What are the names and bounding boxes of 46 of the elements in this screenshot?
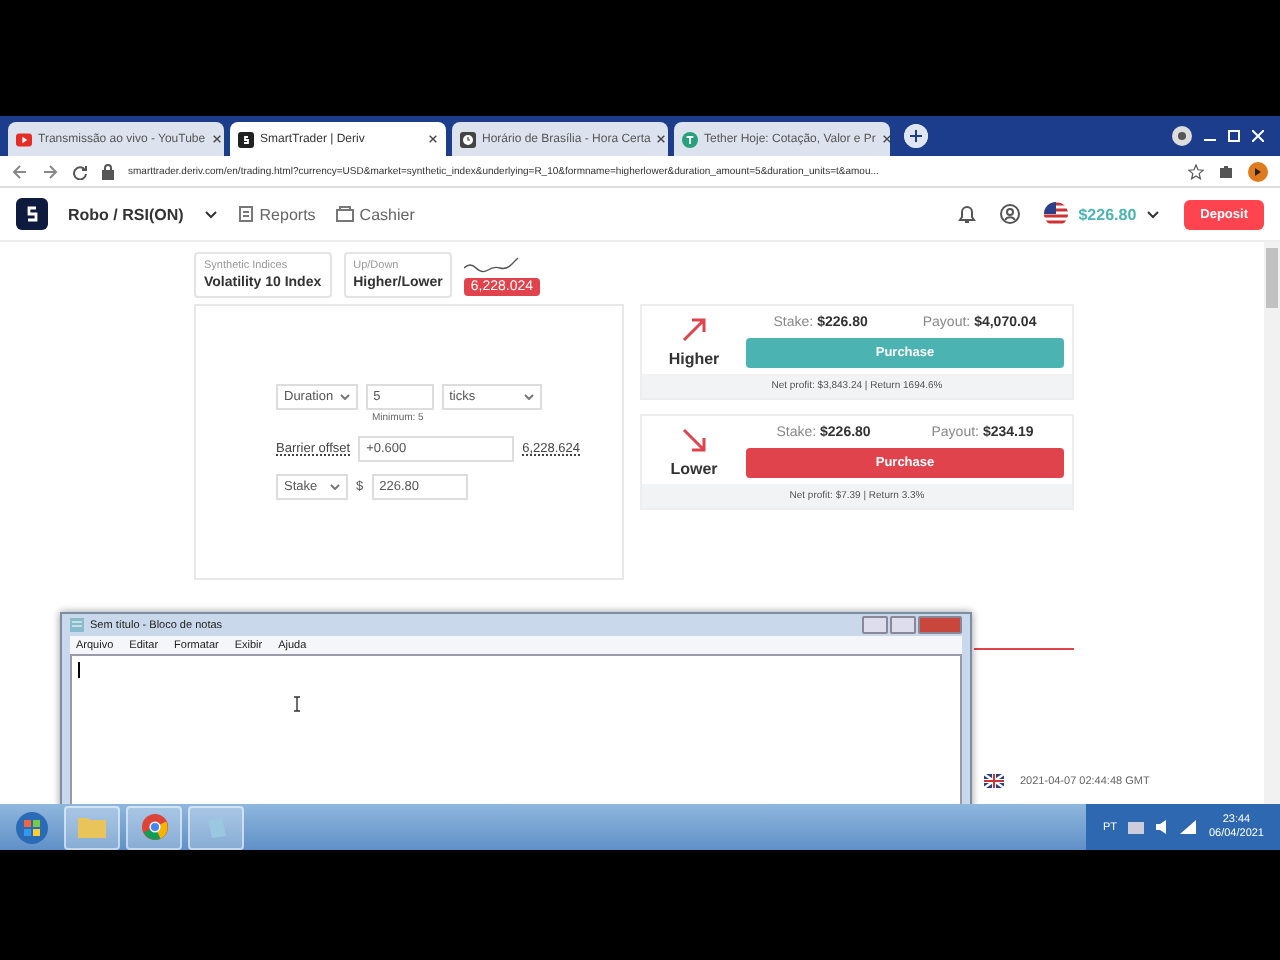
arrow-icon [680, 316, 708, 344]
user-icon[interactable] [1000, 204, 1021, 224]
minimize-button[interactable] [862, 616, 888, 634]
contract-type: Lower [670, 460, 718, 478]
browser-icon[interactable] [126, 805, 182, 849]
reload-icon[interactable] [72, 163, 88, 179]
text-cursor-icon [292, 696, 302, 712]
close-icon[interactable] [211, 134, 222, 144]
document-icon [237, 206, 254, 222]
notepad-icon [70, 618, 84, 632]
chevron-icon[interactable] [1146, 209, 1161, 219]
lock-icon [102, 163, 114, 179]
maximize-button[interactable] [890, 616, 916, 634]
bell-icon[interactable] [958, 204, 977, 224]
keyboard-icon[interactable] [1128, 821, 1145, 833]
caret-icon [339, 394, 350, 400]
flag-icon [984, 774, 1004, 788]
logo-icon [238, 131, 254, 147]
maximize-icon[interactable] [1228, 130, 1240, 142]
clock-icon [460, 131, 476, 147]
account-menu[interactable]: Robo / RSI(ON) [68, 205, 184, 223]
sparkline-drawing [464, 255, 521, 275]
new-tab-button[interactable] [904, 124, 928, 148]
contract-type: Higher [668, 350, 720, 368]
speaker-icon[interactable] [1156, 820, 1169, 834]
coin-icon [682, 131, 698, 147]
close-icon[interactable] [428, 134, 438, 144]
flag-icon [1044, 202, 1069, 226]
signal-icon[interactable] [1180, 820, 1197, 834]
logo-icon[interactable] [16, 198, 48, 230]
wallet-icon [335, 206, 354, 222]
caret-icon [330, 484, 340, 490]
back-icon[interactable] [12, 163, 28, 179]
profile-icon[interactable] [1172, 126, 1192, 146]
arrow-icon [680, 426, 708, 454]
nav-link[interactable]: Cashier [359, 205, 415, 223]
nav-link[interactable]: Reports [259, 205, 316, 223]
video-icon [16, 131, 32, 147]
close-icon[interactable] [656, 134, 667, 144]
scrollbar[interactable] [1264, 242, 1280, 804]
caret-icon [523, 394, 534, 400]
avatar-icon[interactable] [1248, 161, 1268, 181]
forward-icon[interactable] [42, 163, 58, 179]
close-icon[interactable] [881, 134, 892, 144]
star-icon[interactable] [1188, 163, 1204, 179]
chevron-icon[interactable] [203, 209, 218, 219]
